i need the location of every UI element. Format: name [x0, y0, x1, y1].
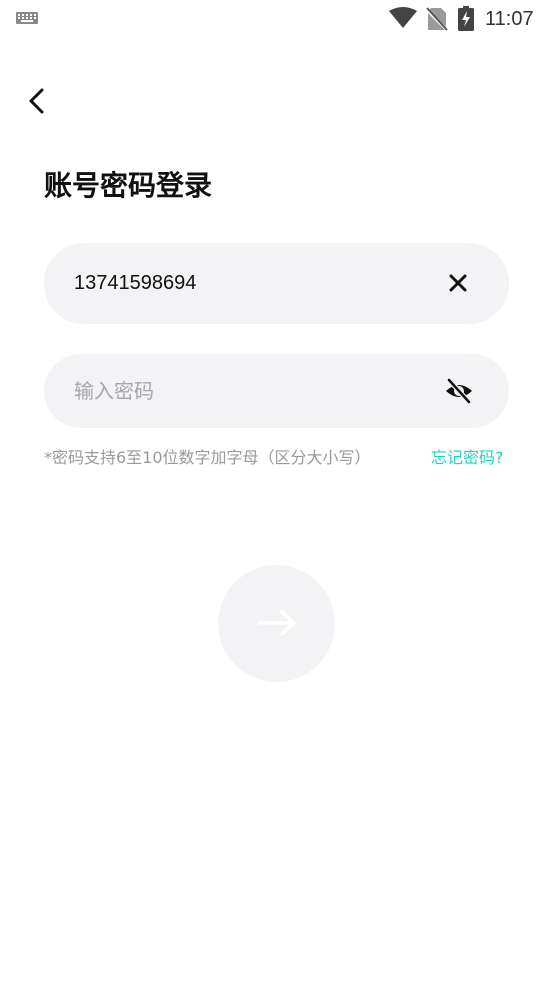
page-title: 账号密码登录: [44, 169, 213, 202]
phone-input[interactable]: [74, 243, 414, 324]
phone-field: [44, 243, 509, 324]
password-field: [44, 354, 509, 428]
password-hint: *密码支持6至10位数字加字母（区分大小写）: [44, 448, 371, 467]
battery-charging-icon: [458, 6, 474, 31]
keyboard-icon: [16, 12, 38, 24]
clear-button[interactable]: [444, 269, 472, 297]
forgot-password-link[interactable]: 忘记密码?: [431, 447, 504, 469]
status-time: 11:07: [485, 8, 534, 30]
wifi-icon: [389, 7, 417, 28]
status-bar: 11:07: [0, 0, 553, 38]
no-sim-icon: [426, 7, 448, 31]
password-input[interactable]: [74, 354, 414, 428]
back-button[interactable]: [22, 84, 56, 118]
close-icon: [449, 274, 467, 292]
chevron-left-icon: [29, 88, 44, 114]
toggle-password-visibility-button[interactable]: [444, 376, 474, 406]
eye-off-icon: [446, 378, 472, 404]
submit-button[interactable]: [218, 565, 335, 682]
arrow-right-icon: [257, 610, 296, 636]
